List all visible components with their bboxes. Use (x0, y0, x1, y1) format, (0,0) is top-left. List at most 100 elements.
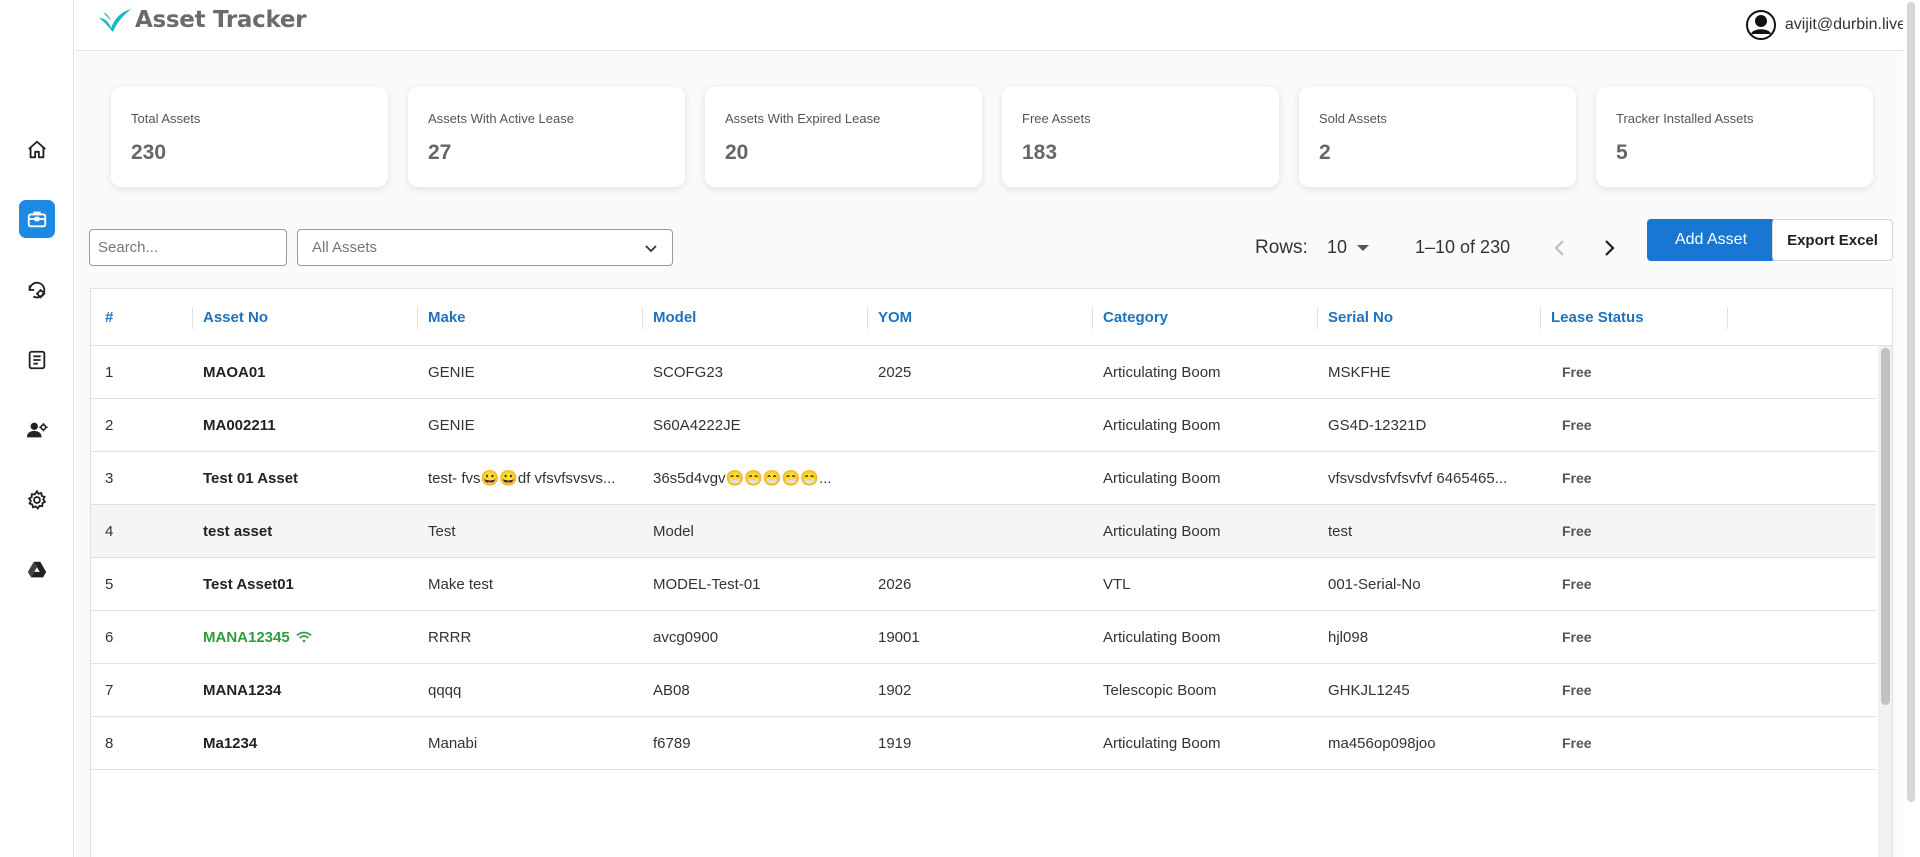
stat-label: Assets With Active Lease (428, 111, 574, 126)
sidebar-item-documents[interactable] (19, 341, 55, 379)
cell-category: Articulating Boom (1103, 523, 1221, 540)
cell-make: Test (428, 523, 456, 540)
cell-model: MODEL-Test-01 (653, 576, 761, 593)
cell-category: Articulating Boom (1103, 470, 1221, 487)
column-divider (192, 307, 193, 329)
cell-number: 4 (105, 523, 114, 540)
user-menu[interactable]: avijit@durbin.live (1745, 9, 1906, 41)
stat-card-tracker: Tracker Installed Assets 5 (1596, 87, 1873, 187)
column-divider (1317, 307, 1318, 329)
stat-card-total: Total Assets 230 (111, 87, 388, 187)
cell-make: GENIE (428, 417, 475, 434)
cell-yom: 19001 (878, 629, 920, 646)
cell-number: 1 (105, 364, 114, 381)
table-row[interactable]: 3 Test 01 Asset test- fvs😀😀df vfsvfsvsvs… (91, 452, 1876, 505)
history-gear-icon (28, 281, 46, 299)
rows-per-page-select[interactable]: 10 (1327, 229, 1370, 266)
column-header-serial-no[interactable]: Serial No (1328, 289, 1393, 346)
cell-lease-status: Free (1562, 576, 1592, 592)
user-email: avijit@durbin.live (1784, 16, 1906, 33)
sidebar-item-assets[interactable] (19, 200, 55, 238)
table-row[interactable]: 7 MANA1234 qqqq AB08 1902 Telescopic Boo… (91, 664, 1876, 717)
home-icon (28, 140, 46, 159)
cell-number: 6 (105, 629, 114, 646)
cell-asset-no: Test 01 Asset (203, 470, 299, 487)
chevron-left-icon (1554, 240, 1564, 256)
users-settings-icon (26, 422, 48, 438)
column-divider (417, 307, 418, 329)
stat-label: Sold Assets (1319, 111, 1387, 126)
cell-yom: 1902 (878, 682, 912, 699)
add-asset-button[interactable]: Add Asset (1647, 219, 1775, 261)
cell-number: 8 (105, 735, 114, 752)
sidebar-item-drive[interactable] (19, 551, 55, 589)
stat-label: Total Assets (131, 111, 201, 126)
drive-icon (27, 561, 47, 578)
stat-value: 5 (1616, 141, 1628, 164)
sidebar-item-home[interactable] (19, 131, 55, 169)
cell-category: VTL (1103, 576, 1131, 593)
briefcase-icon (27, 211, 47, 228)
app-logo[interactable]: Asset Tracker (97, 6, 306, 34)
cell-number: 7 (105, 682, 114, 699)
stat-value: 27 (428, 141, 452, 164)
cell-model: AB08 (653, 682, 690, 699)
table-row[interactable]: 8 Ma1234 Manabi f6789 1919 Articulating … (91, 717, 1876, 770)
wifi-tracker-icon (296, 631, 312, 643)
asset-filter-select[interactable]: All Assets (297, 229, 673, 266)
next-page-button[interactable] (1593, 232, 1625, 264)
table-row[interactable]: 5 Test Asset01 Make test MODEL-Test-01 2… (91, 558, 1876, 611)
table-row[interactable]: 2 MA002211 GENIE S60A4222JE Articulating… (91, 399, 1876, 452)
rows-value: 10 (1327, 237, 1348, 257)
cell-model: f6789 (653, 735, 691, 752)
previous-page-button[interactable] (1543, 232, 1575, 264)
table-row[interactable]: 1 MAOA01 GENIE SCOFG23 2025 Articulating… (91, 346, 1876, 399)
filter-value: All Assets (312, 239, 378, 256)
cell-serial-no: 001-Serial-No (1328, 576, 1421, 593)
table-scrollbar[interactable] (1878, 346, 1892, 857)
table-header: # Asset No Make Model YOM Category Seria… (91, 289, 1892, 346)
column-header-asset-no[interactable]: Asset No (203, 289, 268, 346)
column-header-yom[interactable]: YOM (878, 289, 912, 346)
stat-card-free: Free Assets 183 (1002, 87, 1279, 187)
cell-serial-no: GHKJL1245 (1328, 682, 1410, 699)
export-excel-button[interactable]: Export Excel (1772, 219, 1893, 261)
column-divider (867, 307, 868, 329)
sidebar-item-users[interactable] (19, 411, 55, 449)
column-header-model[interactable]: Model (653, 289, 696, 346)
cell-model: Model (653, 523, 694, 540)
cell-asset-no-tracker: MANA12345 (203, 611, 408, 664)
cell-yom (878, 505, 1083, 558)
cell-asset-no: MAOA01 (203, 364, 266, 381)
cell-asset-no: Ma1234 (203, 735, 258, 752)
cell-lease-status: Free (1562, 629, 1592, 645)
cell-category: Articulating Boom (1103, 735, 1221, 752)
page-scroll-thumb[interactable] (1907, 2, 1915, 802)
chevron-right-icon (1604, 240, 1615, 256)
column-divider (1727, 307, 1728, 329)
search-input[interactable] (89, 229, 287, 266)
column-header-category[interactable]: Category (1103, 289, 1168, 346)
pagination-range: 1–10 of 230 (1415, 237, 1511, 257)
cell-make: Make test (428, 576, 494, 593)
table-row-hovered[interactable]: 4 test asset Test Model Articulating Boo… (91, 505, 1876, 558)
asset-no-text: MANA12345 (203, 629, 290, 646)
assets-table: # Asset No Make Model YOM Category Seria… (90, 288, 1893, 857)
column-header-make[interactable]: Make (428, 289, 466, 346)
page-scrollbar[interactable] (1903, 0, 1920, 857)
cell-serial-no: ma456op098joo (1328, 735, 1436, 752)
cell-lease-status: Free (1562, 417, 1592, 433)
sidebar-item-settings[interactable] (19, 481, 55, 519)
column-header-lease-status[interactable]: Lease Status (1551, 289, 1644, 346)
table-row[interactable]: 6 MANA12345 RRRR avcg0900 19001 Articula… (91, 611, 1876, 664)
column-header-number[interactable]: # (105, 289, 113, 346)
stat-card-active-lease: Assets With Active Lease 27 (408, 87, 685, 187)
cell-lease-status: Free (1562, 523, 1592, 539)
cell-lease-status: Free (1562, 682, 1592, 698)
stat-label: Assets With Expired Lease (725, 111, 881, 126)
stat-value: 2 (1319, 141, 1331, 164)
sidebar (0, 0, 74, 857)
cell-yom: 2025 (878, 364, 912, 381)
table-scroll-thumb[interactable] (1881, 348, 1890, 705)
sidebar-item-maintenance[interactable] (19, 271, 55, 309)
